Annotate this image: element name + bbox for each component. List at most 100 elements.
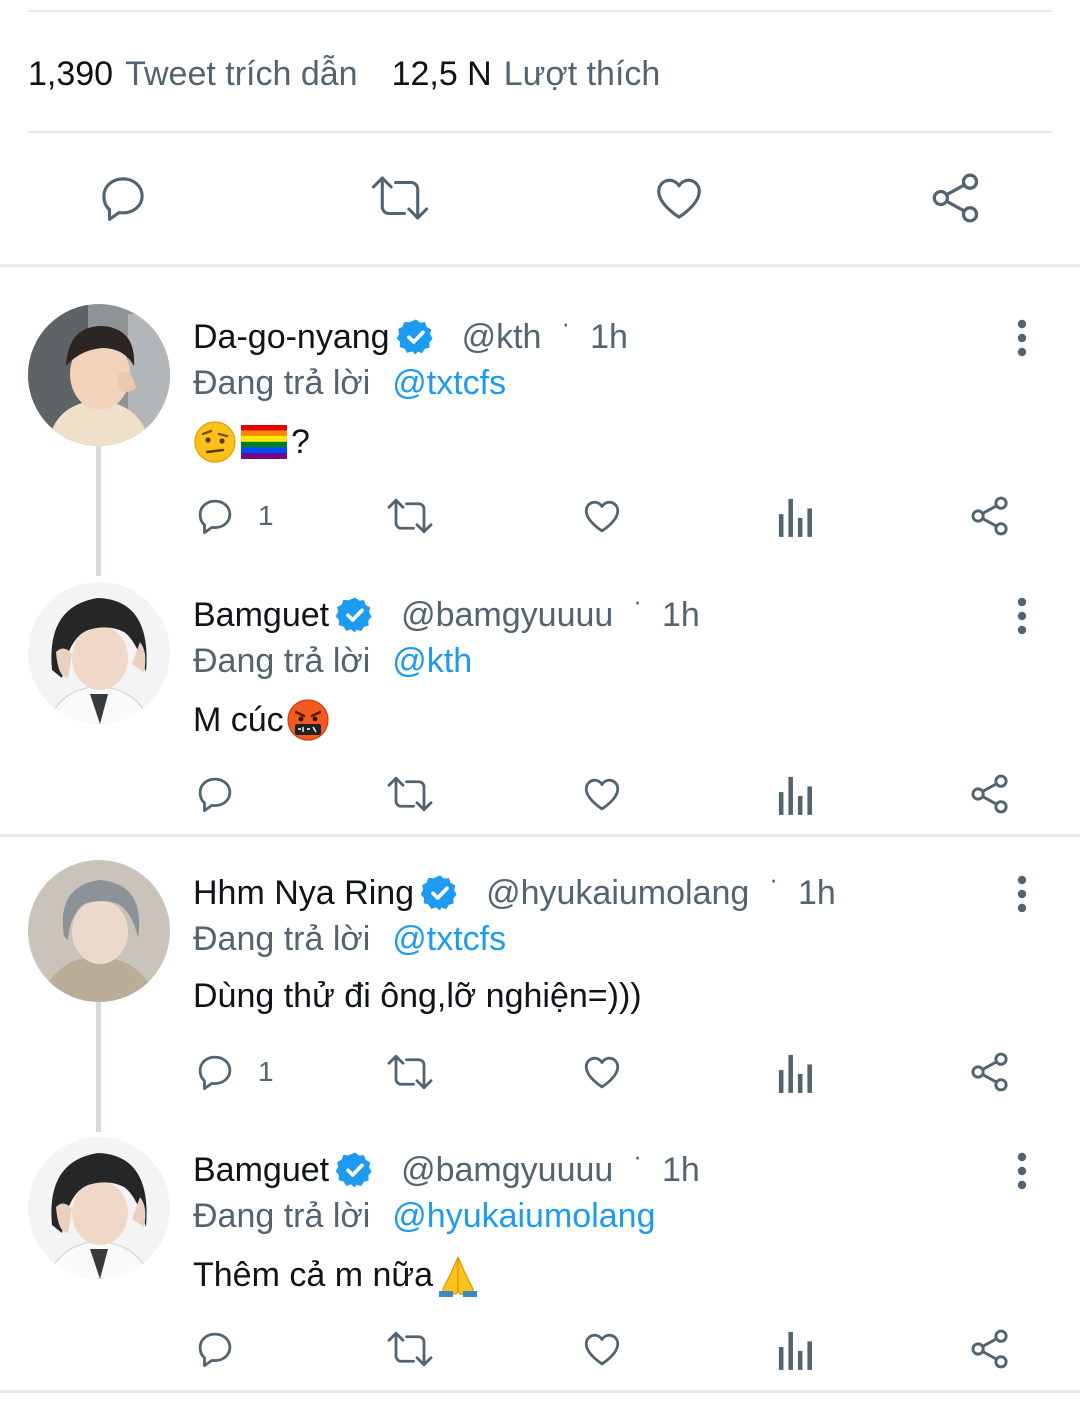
avatar[interactable] [28, 582, 170, 724]
retweet-icon [387, 1054, 433, 1090]
reply-button[interactable] [91, 166, 155, 230]
views-button[interactable] [777, 1325, 815, 1373]
verified-badge-icon [335, 595, 375, 635]
retweet-button[interactable] [385, 1325, 435, 1373]
more-vertical-icon [1017, 875, 1027, 913]
reply-tweet[interactable]: Bamguet @bamgyuuuu · 1h Đang trả lời @hy… [0, 1137, 1080, 1415]
reply-button[interactable]: 1 [194, 1048, 274, 1096]
tweet-header: Da-go-nyang @kth · 1h [193, 308, 628, 362]
share-button[interactable] [968, 1048, 1012, 1096]
views-button[interactable] [777, 770, 815, 818]
engagement-stats: 1,390 Tweet trích dẫn 12,5 N Lượt thích [28, 52, 694, 96]
verified-badge-icon [396, 317, 436, 357]
reply-tweet[interactable]: Da-go-nyang @kth · 1h Đang trả lời @txtc… [0, 304, 1080, 582]
separator-dot: · [769, 863, 778, 894]
reply-tweet[interactable]: Hhm Nya Ring @hyukaiumolang · 1h Đang tr… [0, 860, 1080, 1138]
share-button[interactable] [968, 770, 1012, 818]
replying-to: Đang trả lời @txtcfs [193, 358, 506, 408]
retweet-button[interactable] [385, 770, 435, 818]
like-button[interactable] [647, 166, 711, 230]
timestamp[interactable]: 1h [662, 1151, 700, 1190]
handle[interactable]: @bamgyuuuu [401, 1151, 613, 1190]
heart-icon [584, 1056, 620, 1089]
retweet-button[interactable] [368, 166, 432, 230]
retweet-icon [371, 176, 429, 220]
more-button[interactable] [1004, 312, 1040, 364]
tweet-text-content: Dùng thử đi ông,lỡ nghiện=))) [193, 976, 642, 1015]
cursing-face-emoji [286, 698, 330, 742]
replying-to-label: Đang trả lời [193, 1196, 371, 1235]
share-button[interactable] [924, 166, 988, 230]
reply-icon [198, 777, 232, 813]
retweet-button[interactable] [385, 492, 435, 540]
reply-count: 1 [258, 1056, 274, 1087]
reply-button[interactable] [194, 770, 258, 818]
avatar[interactable] [28, 1137, 170, 1279]
replying-to: Đang trả lời @kth [193, 636, 472, 686]
reply-tweet[interactable]: Bamguet @bamgyuuuu · 1h Đang trả lời @kt… [0, 582, 1080, 860]
tweet-text-content: Thêm cả m nữa [193, 1255, 434, 1294]
section-divider [0, 834, 1080, 837]
like-button[interactable] [580, 1048, 624, 1096]
replying-to-label: Đang trả lời [193, 363, 371, 402]
share-button[interactable] [968, 492, 1012, 540]
display-name[interactable]: Bamguet [193, 1151, 329, 1190]
share-icon [971, 1052, 1008, 1092]
tweet-text: Thêm cả m nữa [193, 1249, 481, 1301]
handle[interactable]: @hyukaiumolang [486, 874, 749, 913]
replying-to-handle[interactable]: @txtcfs [392, 364, 506, 403]
replying-to: Đang trả lời @txtcfs [193, 914, 506, 964]
like-label[interactable]: Lượt thích [504, 55, 661, 94]
avatar[interactable] [28, 304, 170, 446]
avatar[interactable] [28, 860, 170, 1002]
share-icon [932, 173, 979, 223]
separator-dot: · [633, 585, 642, 616]
replying-to: Đang trả lời @hyukaiumolang [193, 1191, 655, 1241]
like-button[interactable] [580, 1325, 624, 1373]
timestamp[interactable]: 1h [590, 318, 628, 357]
more-vertical-icon [1017, 319, 1027, 357]
share-icon [971, 1329, 1008, 1369]
handle[interactable]: @bamgyuuuu [401, 596, 613, 635]
separator-dot: · [633, 1140, 642, 1171]
heart-icon [584, 1333, 620, 1366]
folded-hands-emoji [435, 1253, 481, 1297]
share-icon [971, 774, 1008, 814]
analytics-icon [778, 1331, 812, 1370]
heart-icon [584, 500, 620, 533]
display-name[interactable]: Bamguet [193, 596, 329, 635]
display-name[interactable]: Da-go-nyang [193, 318, 390, 357]
quote-count[interactable]: 1,390 [28, 55, 113, 94]
quote-label[interactable]: Tweet trích dẫn [125, 55, 357, 94]
tweet-header: Bamguet @bamgyuuuu · 1h [193, 586, 700, 640]
share-button[interactable] [968, 1325, 1012, 1373]
more-button[interactable] [1004, 1145, 1040, 1197]
views-button[interactable] [777, 492, 815, 540]
reply-button[interactable] [194, 1325, 258, 1373]
like-button[interactable] [580, 492, 624, 540]
tweet-text-content: M cúc [193, 700, 284, 739]
like-count[interactable]: 12,5 N [392, 55, 492, 94]
tweet-header: Hhm Nya Ring @hyukaiumolang · 1h [193, 864, 836, 918]
replying-to-handle[interactable]: @txtcfs [392, 920, 506, 959]
verified-badge-icon [335, 1150, 375, 1190]
reply-icon [102, 177, 144, 221]
like-button[interactable] [580, 770, 624, 818]
views-button[interactable] [777, 1048, 815, 1096]
stats-top-divider [28, 10, 1052, 12]
retweet-button[interactable] [385, 1048, 435, 1096]
handle[interactable]: @kth [462, 318, 542, 357]
tweet-header: Bamguet @bamgyuuuu · 1h [193, 1141, 700, 1195]
replying-to-handle[interactable]: @hyukaiumolang [392, 1197, 655, 1236]
stats-divider [28, 131, 1052, 133]
tweet-text: Dùng thử đi ông,lỡ nghiện=))) [193, 970, 642, 1022]
replying-to-handle[interactable]: @kth [392, 642, 472, 681]
display-name[interactable]: Hhm Nya Ring [193, 874, 414, 913]
more-vertical-icon [1017, 1152, 1027, 1190]
more-button[interactable] [1004, 868, 1040, 920]
reply-button[interactable]: 1 [194, 492, 274, 540]
analytics-icon [778, 498, 812, 537]
timestamp[interactable]: 1h [662, 596, 700, 635]
timestamp[interactable]: 1h [798, 874, 836, 913]
more-button[interactable] [1004, 590, 1040, 642]
